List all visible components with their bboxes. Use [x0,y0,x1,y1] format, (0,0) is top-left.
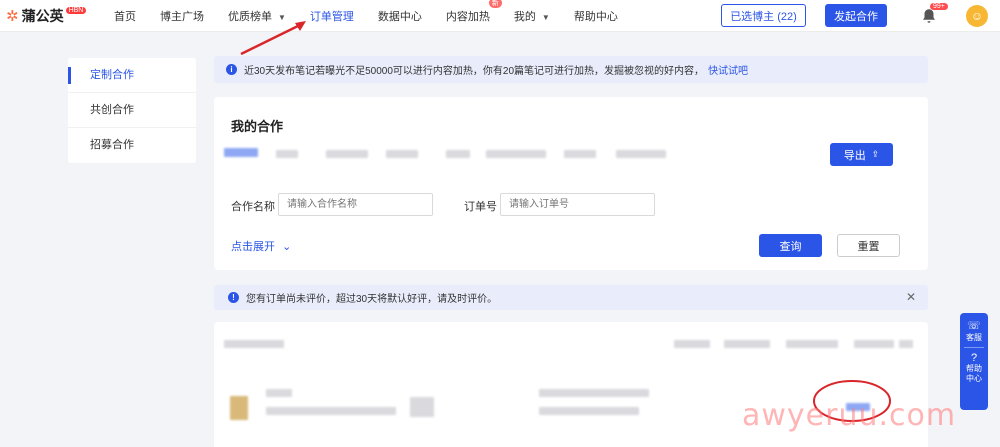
annotation-arrow [240,23,301,56]
watermark: awyeruu.com [742,398,957,433]
annotation-overlay [240,21,891,422]
